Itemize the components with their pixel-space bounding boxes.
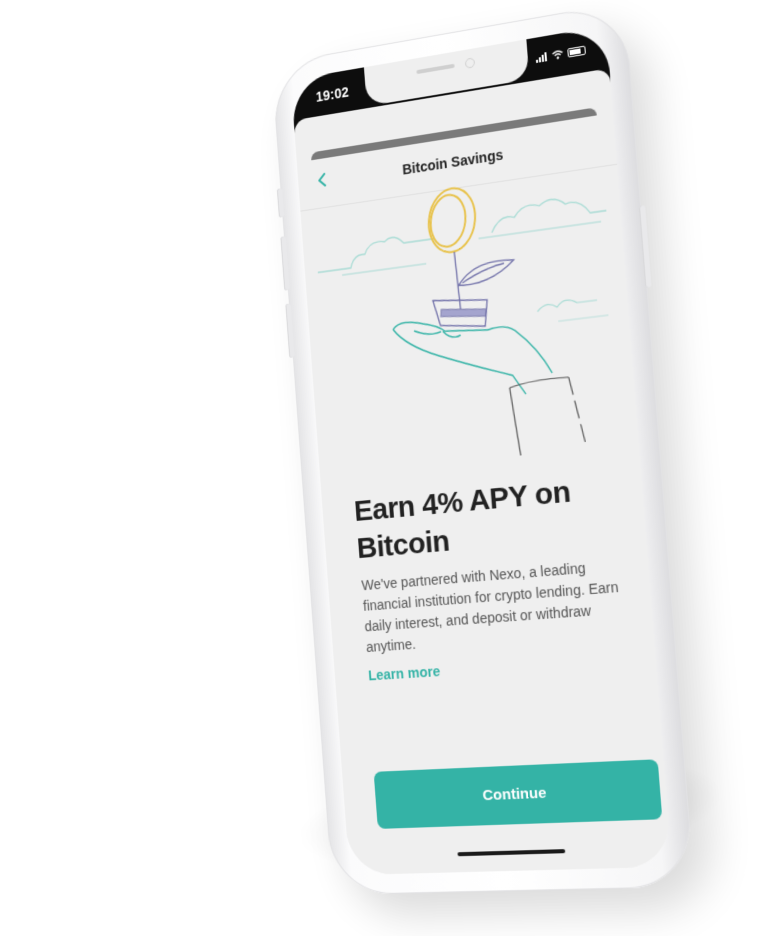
hand-outline — [393, 305, 554, 408]
cloud-right — [476, 192, 607, 239]
wifi-icon — [551, 49, 564, 60]
speaker-grille — [416, 63, 455, 75]
battery-icon — [567, 45, 586, 58]
continue-button[interactable]: Continue — [373, 759, 663, 829]
plant-coin-hand-illustration — [308, 139, 629, 475]
phone-screen: 19:02 Bitcoin Savings Earn 4% APY on Bit… — [290, 25, 673, 876]
cloud-bottom — [537, 295, 609, 323]
coin-icon — [421, 181, 482, 260]
stage: 19:02 Bitcoin Savings Earn 4% APY on Bit… — [0, 0, 768, 936]
signal-icon — [535, 52, 548, 63]
status-time: 19:02 — [315, 83, 350, 105]
phone-device: 19:02 Bitcoin Savings Earn 4% APY on Bit… — [271, 1, 695, 896]
status-icons — [535, 45, 586, 63]
cloud-left — [316, 232, 436, 279]
front-camera — [464, 57, 476, 69]
flower-pot — [433, 294, 489, 333]
